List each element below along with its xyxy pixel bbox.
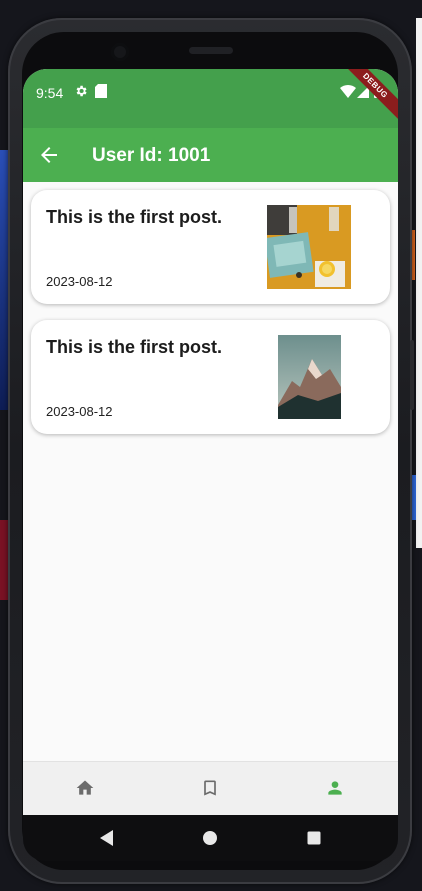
app-screen: 9:54 DEBUG User Id: 1001 This is the fir…	[23, 69, 398, 815]
background-window-edge	[416, 18, 422, 548]
front-camera	[111, 43, 129, 61]
post-card[interactable]: This is the first post. 2023-08-12	[31, 190, 390, 304]
post-title: This is the first post.	[46, 337, 223, 357]
bookmark-icon	[204, 780, 216, 796]
post-date: 2023-08-12	[46, 274, 113, 289]
back-triangle-icon[interactable]	[99, 829, 115, 847]
arrow-back-icon[interactable]	[37, 143, 61, 167]
recents-square-icon[interactable]	[306, 829, 322, 847]
status-time: 9:54	[36, 85, 64, 101]
person-icon	[328, 781, 342, 795]
home-circle-icon[interactable]	[202, 829, 218, 847]
post-image-mountain	[278, 335, 341, 419]
post-title: This is the first post.	[46, 207, 223, 227]
power-button	[410, 340, 414, 410]
status-bar: 9:54 DEBUG	[23, 69, 398, 128]
post-card[interactable]: This is the first post. 2023-08-12	[31, 320, 390, 434]
page-title: User Id: 1001	[92, 145, 211, 166]
post-image-table-still-life	[267, 205, 351, 289]
home-icon	[76, 780, 94, 795]
nav-bookmark[interactable]	[148, 762, 273, 815]
nav-home[interactable]	[23, 762, 148, 815]
bottom-navigation	[23, 761, 398, 815]
earpiece-speaker	[189, 47, 233, 54]
settings-gear-icon	[76, 85, 87, 97]
nav-profile[interactable]	[273, 762, 398, 815]
wifi-icon	[340, 84, 356, 98]
table-still-life-photo	[267, 205, 351, 289]
post-date: 2023-08-12	[46, 404, 113, 419]
system-navigation-bar	[23, 815, 398, 861]
sd-card-icon	[95, 84, 107, 98]
mountain-peak-photo	[278, 335, 341, 419]
app-bar: User Id: 1001	[23, 128, 398, 182]
